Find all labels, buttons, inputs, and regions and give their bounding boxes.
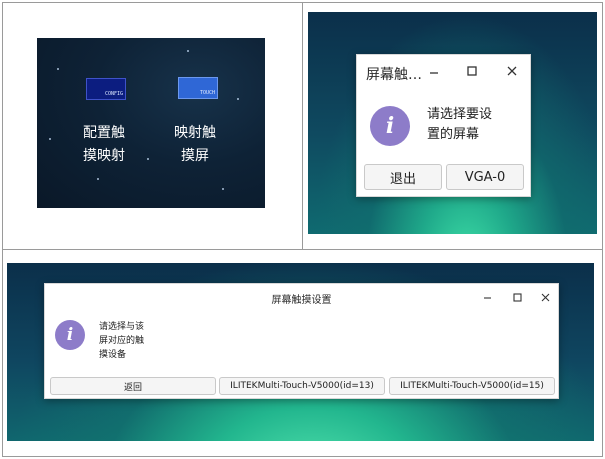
select-device-dialog: 屏幕触摸设置 i 请选择与该屏对应的触摸设备 返回 ILITEKMulti-To…	[44, 283, 559, 399]
exit-button[interactable]: 退出	[364, 164, 442, 190]
maximize-icon[interactable]	[511, 290, 525, 304]
dialog-title: 屏幕触…	[366, 67, 422, 83]
maximize-icon[interactable]	[465, 64, 479, 78]
minimize-icon[interactable]	[481, 290, 495, 304]
config-touch-map-label[interactable]: 配置触摸映射	[80, 122, 128, 168]
dialog-titlebar: 屏幕触…	[357, 55, 530, 87]
star	[97, 178, 99, 180]
back-button[interactable]: 返回	[50, 377, 216, 395]
star	[187, 50, 189, 52]
dialog-message: 请选择与该屏对应的触摸设备	[99, 322, 145, 360]
dialog-titlebar: 屏幕触摸设置	[45, 284, 558, 316]
star	[49, 138, 51, 140]
device-id-13-button[interactable]: ILITEKMulti-Touch-V5000(id=13)	[219, 377, 385, 395]
close-icon[interactable]	[539, 290, 553, 304]
close-icon[interactable]	[505, 64, 519, 78]
device-id-15-button[interactable]: ILITEKMulti-Touch-V5000(id=15)	[389, 377, 555, 395]
map-touchscreen-label[interactable]: 映射触摸屏	[171, 122, 219, 168]
dark-desktop: CONFIG TOUCH 配置触摸映射 映射触摸屏	[37, 38, 265, 208]
star	[237, 98, 239, 100]
star	[222, 188, 224, 190]
config-touch-map-app-icon[interactable]: CONFIG	[86, 78, 126, 100]
info-icon: i	[55, 320, 85, 350]
info-icon: i	[370, 106, 410, 146]
minimize-icon[interactable]	[427, 65, 441, 79]
select-screen-dialog: 屏幕触… i 请选择要设置的屏幕 退出 VGA-0	[356, 54, 531, 197]
vga-0-button[interactable]: VGA-0	[446, 164, 524, 190]
touch-icon-text: TOUCH	[199, 90, 215, 96]
star	[57, 68, 59, 70]
star	[147, 158, 149, 160]
map-touchscreen-app-icon[interactable]: TOUCH	[178, 77, 218, 99]
config-icon-text: CONFIG	[104, 91, 123, 97]
dialog-message: 请选择要设置的屏幕	[427, 107, 493, 142]
